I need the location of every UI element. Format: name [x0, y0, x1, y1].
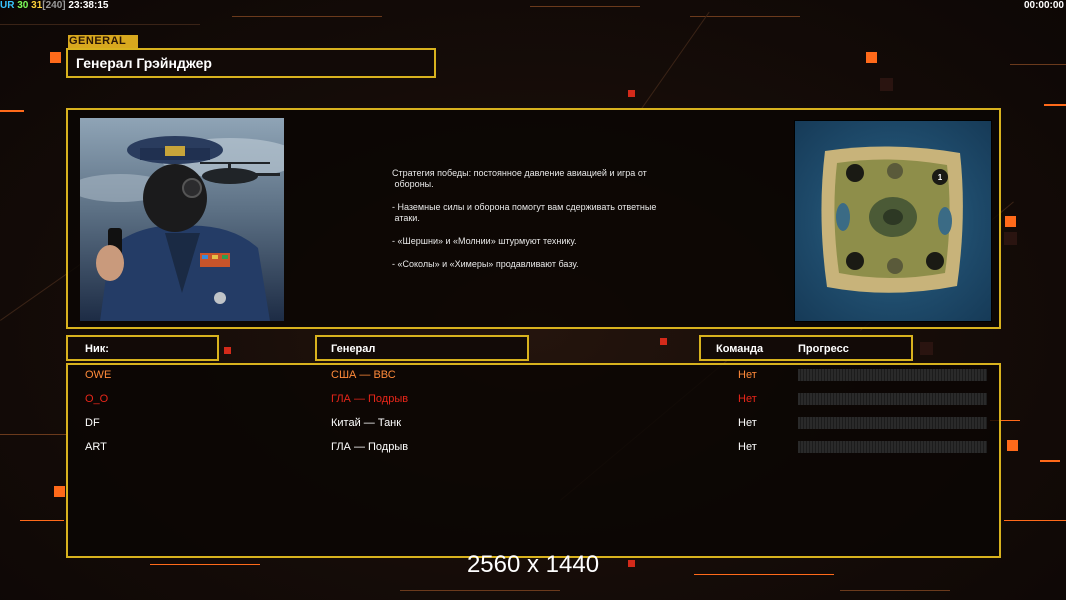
map-start-marker: 1 [938, 173, 943, 182]
player-general: ГЛА — Подрыв [331, 441, 409, 453]
player-general: ГЛА — Подрыв [331, 393, 409, 405]
column-label-progress: Прогресс [798, 343, 849, 355]
status-bar: UR 30 31[240] 23:38:15 [0, 0, 108, 11]
player-nick: O_O [85, 393, 109, 405]
status-value-a: 30 [17, 0, 29, 11]
ur-label: UR [0, 0, 15, 11]
player-row: O_O ГЛА — Подрыв Нет [0, 390, 1066, 410]
clock: 23:38:15 [68, 0, 109, 11]
player-team: Нет [738, 441, 757, 453]
player-nick: OWE [85, 369, 112, 381]
countdown-timer: 00:00:00 [1023, 0, 1064, 11]
player-row: DF Китай — Танк Нет [0, 414, 1066, 434]
tip-line: - Наземные силы и оборона помогут вам сд… [392, 202, 657, 223]
loading-progress-bar [798, 393, 987, 405]
player-row: OWE США — ВВС Нет [0, 366, 1066, 386]
column-label-team: Команда [716, 343, 764, 355]
loading-progress-bar [798, 441, 987, 453]
general-description: Стратегия победы: постоянное давление ав… [392, 168, 692, 282]
loading-progress-bar [798, 369, 987, 381]
player-general: США — ВВС [331, 369, 396, 381]
player-general: Китай — Танк [331, 417, 402, 429]
map-preview: 1 [794, 120, 992, 322]
strategy-line: Стратегия победы: постоянное давление ав… [392, 168, 647, 189]
player-team: Нет [738, 393, 757, 405]
column-header-general: Генерал [315, 335, 529, 361]
status-value-c: [240] [42, 0, 66, 11]
loading-screen: UR 30 31[240] 23:38:15 00:00:00 GENERAL … [0, 0, 1066, 600]
general-name: Генерал Грэйнджер [76, 55, 212, 71]
resolution-label: 2560 x 1440 [466, 551, 600, 578]
tip-line: - «Соколы» и «Химеры» продавливают базу. [392, 259, 579, 269]
player-nick: ART [85, 441, 107, 453]
column-header-team-progress: Команда Прогресс [699, 335, 913, 361]
player-nick: DF [85, 417, 100, 429]
loading-progress-bar [798, 417, 987, 429]
player-team: Нет [738, 369, 757, 381]
column-label-nick: Ник: [85, 343, 109, 355]
general-tag: GENERAL [68, 35, 138, 48]
player-team: Нет [738, 417, 757, 429]
player-row: ART ГЛА — Подрыв Нет [0, 438, 1066, 458]
tip-line: - «Шершни» и «Молнии» штурмуют технику. [392, 236, 577, 246]
column-header-nick: Ник: [66, 335, 219, 361]
general-portrait [80, 118, 284, 321]
general-title-box: Генерал Грэйнджер [66, 48, 436, 78]
status-value-b: 31 [31, 0, 43, 11]
column-label-general: Генерал [331, 343, 376, 355]
